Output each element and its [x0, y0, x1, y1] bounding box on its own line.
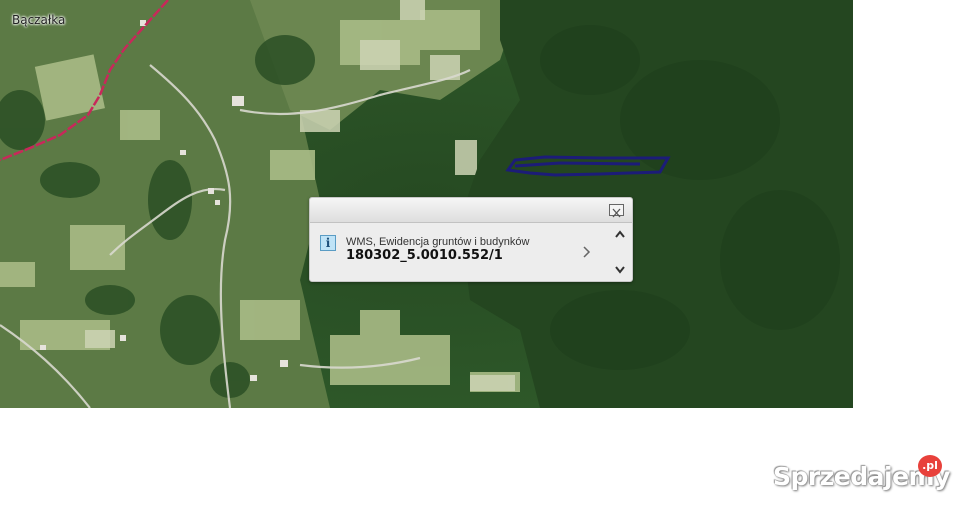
watermark-badge: .pl	[918, 455, 942, 477]
chevron-right-icon[interactable]	[582, 245, 592, 259]
chevron-down-icon[interactable]	[614, 265, 626, 275]
feature-info-popup: i WMS, Ewidencja gruntów i budynków 1803…	[309, 197, 633, 282]
place-label: Bączałka	[12, 13, 66, 27]
watermark-badge-label: .pl	[922, 459, 938, 472]
info-icon: i	[320, 235, 336, 251]
close-icon[interactable]	[609, 204, 624, 218]
parcel-id: 180302_5.0010.552/1	[346, 248, 503, 263]
layer-name: WMS, Ewidencja gruntów i budynków	[346, 236, 530, 248]
popup-header	[310, 198, 632, 223]
chevron-up-icon[interactable]	[614, 229, 626, 239]
